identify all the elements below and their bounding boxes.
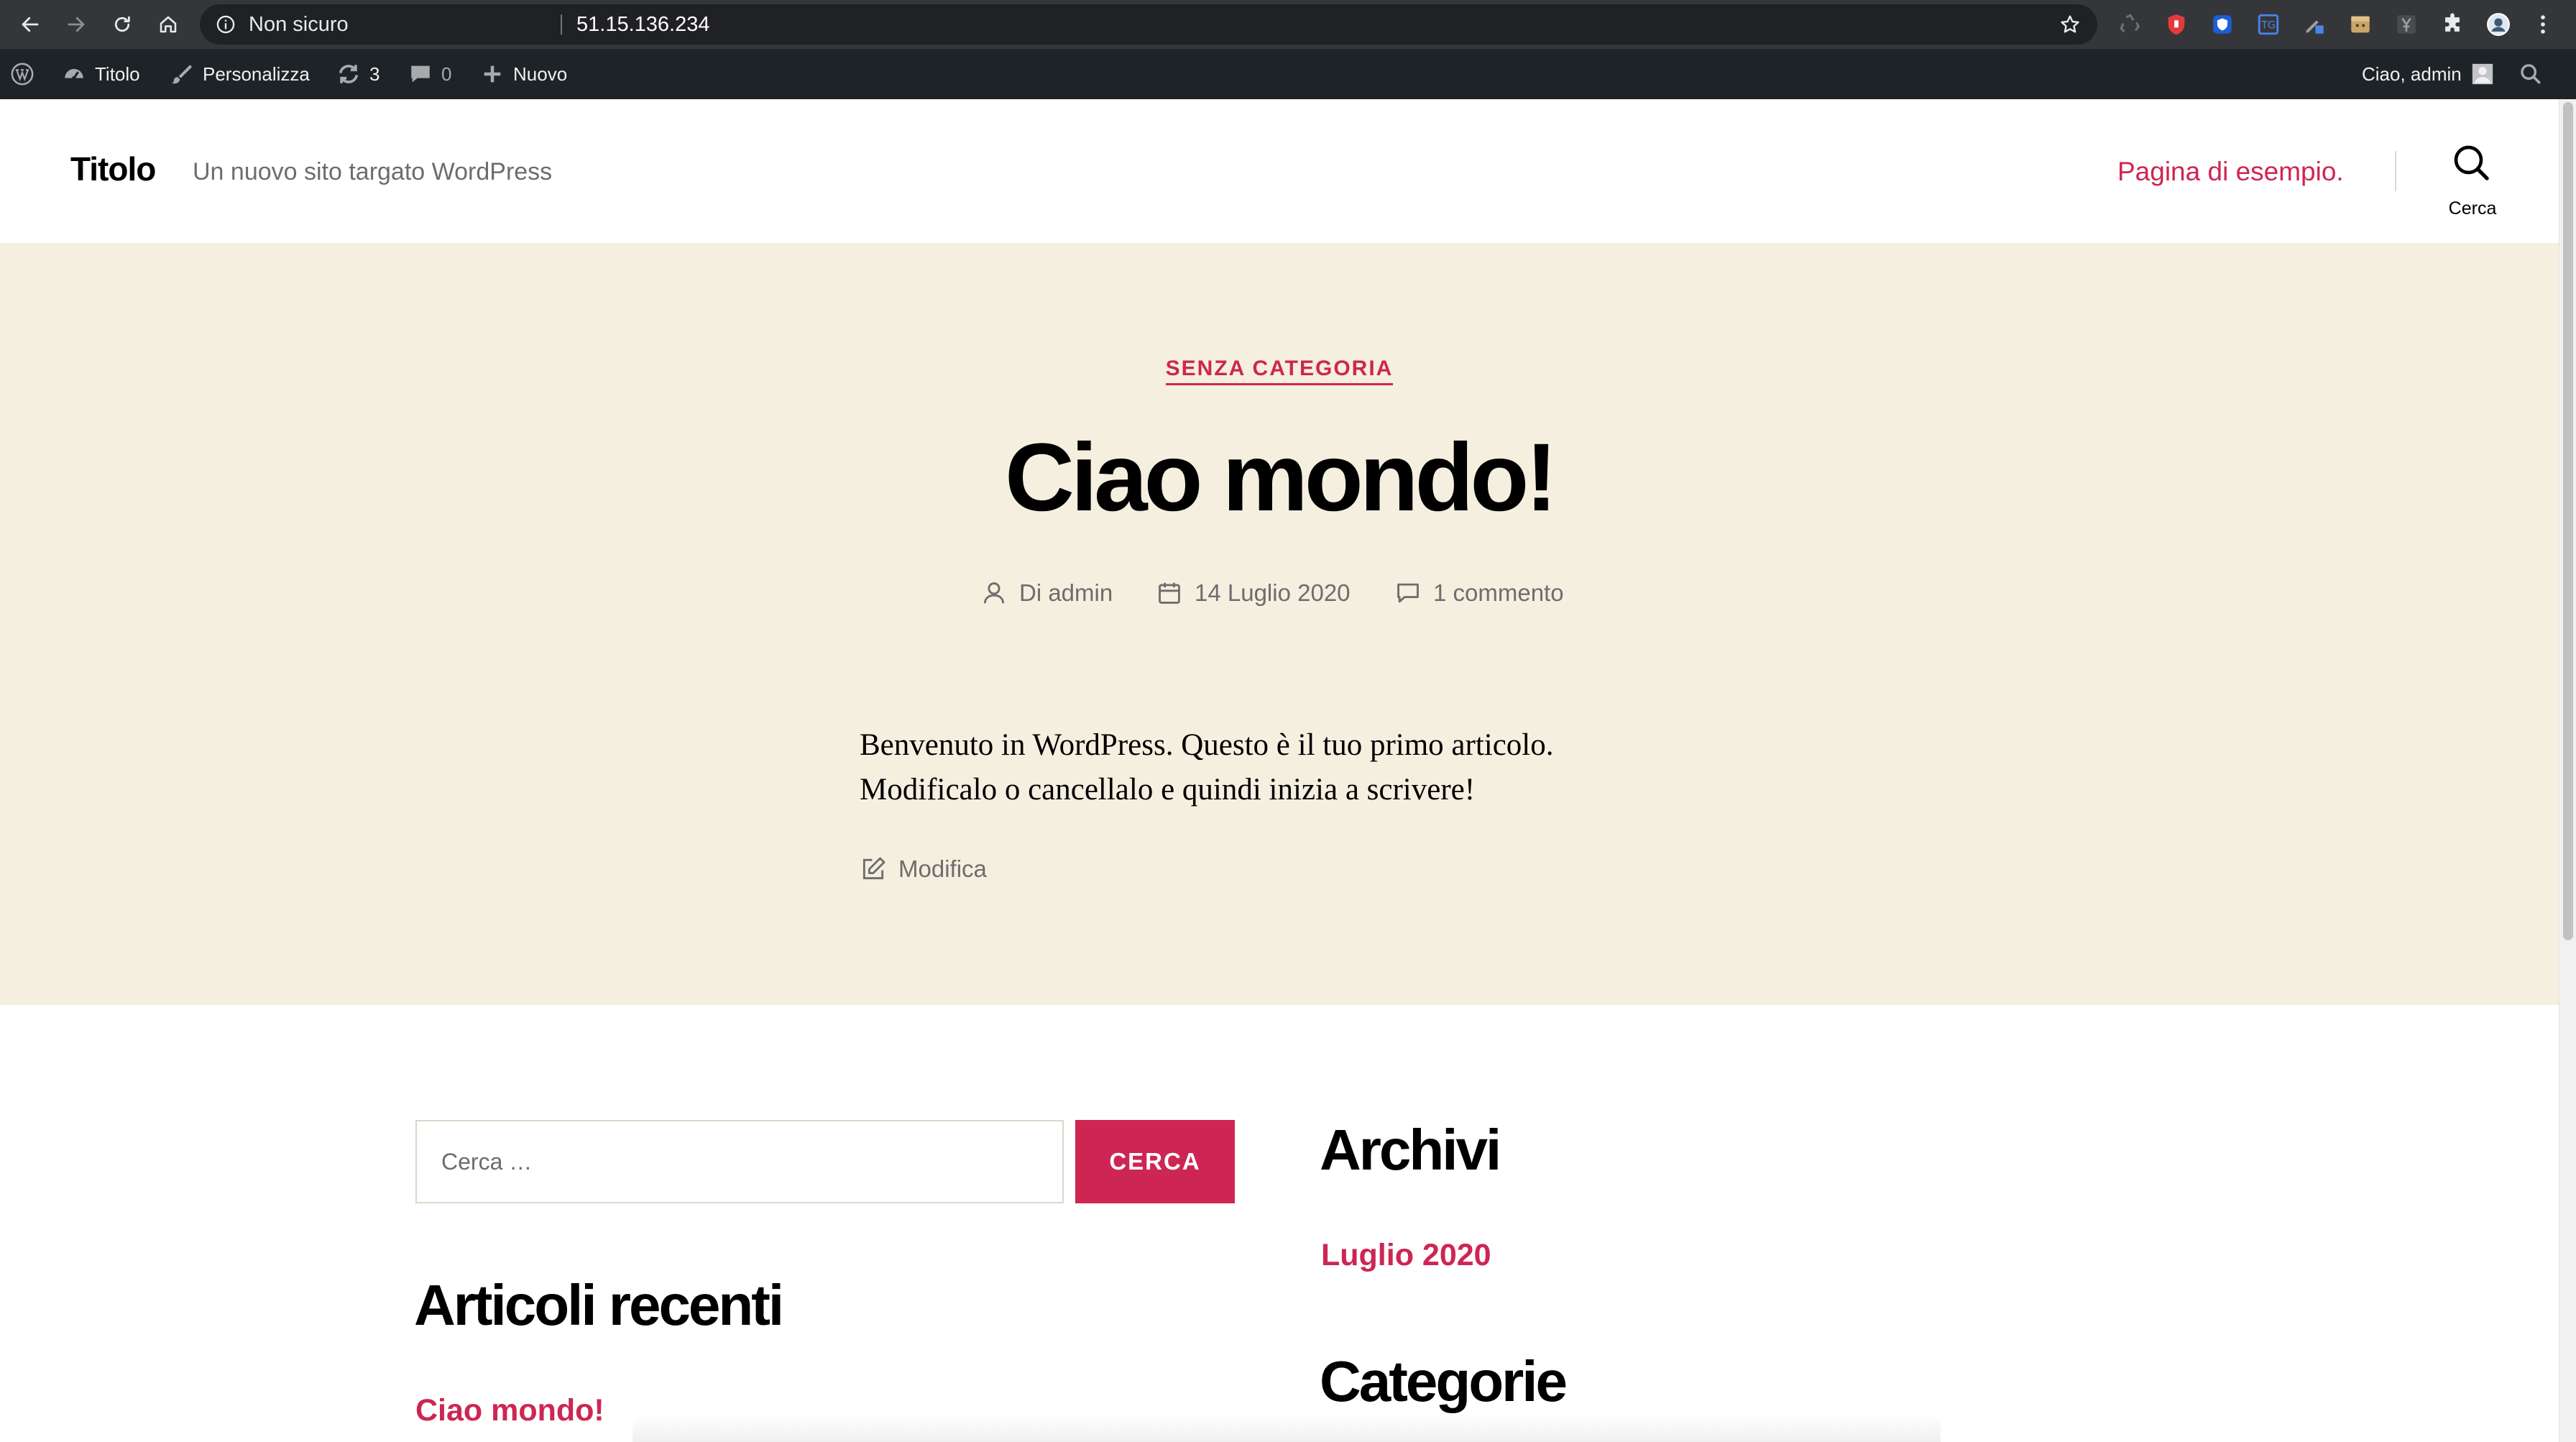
- extension-recycle-icon[interactable]: [2116, 10, 2145, 39]
- post-content-line: Benvenuto in WordPress. Questo è il tuo …: [860, 728, 1554, 762]
- admin-bar-new[interactable]: Nuovo: [480, 49, 567, 99]
- svg-text:TG: TG: [2260, 20, 2276, 32]
- site-title-link[interactable]: Titolo: [70, 150, 156, 188]
- info-icon[interactable]: [216, 14, 236, 35]
- post-title[interactable]: Ciao mondo!: [0, 423, 2559, 533]
- reload-button[interactable]: [105, 7, 139, 42]
- extension-shield-red-icon[interactable]: [2162, 10, 2191, 39]
- post-comments-link[interactable]: 1 commento: [1394, 575, 1564, 611]
- widget-title-archives: Archivi: [1320, 1118, 1501, 1182]
- post-comments-label: 1 commento: [1433, 579, 1564, 606]
- reload-icon: [114, 16, 130, 32]
- scrollbar-thumb[interactable]: [2563, 102, 2573, 940]
- widget-title-recent-posts: Articoli recenti: [414, 1273, 784, 1337]
- search-icon: [2454, 145, 2489, 180]
- admin-bar-customize[interactable]: Personalizza: [170, 49, 310, 99]
- header-divider: [2395, 151, 2396, 191]
- admin-bar-comments[interactable]: 0: [408, 49, 451, 99]
- plus-icon: [484, 65, 501, 83]
- search-toggle-button[interactable]: Cerca: [2429, 142, 2516, 221]
- dashboard-icon: [65, 68, 83, 81]
- brush-icon: [171, 65, 193, 84]
- star-icon[interactable]: [2058, 13, 2082, 36]
- profile-avatar[interactable]: [2484, 10, 2513, 39]
- home-button[interactable]: [151, 7, 185, 42]
- post-author[interactable]: Di admin: [980, 575, 1113, 611]
- extension-box-icon[interactable]: [2346, 10, 2375, 39]
- search-toggle-label: Cerca: [2448, 198, 2497, 219]
- widget-search-button[interactable]: CERCA: [1075, 1120, 1235, 1203]
- post-date-label: 14 Luglio 2020: [1195, 579, 1351, 606]
- post-category: SENZA CATEGORIA: [0, 357, 2559, 385]
- post-header: SENZA CATEGORIA Ciao mondo! Di admin 14 …: [0, 243, 2559, 1005]
- comment-icon: [1397, 583, 1419, 603]
- admin-bar-updates[interactable]: 3: [336, 49, 380, 99]
- widget-search-field[interactable]: [415, 1120, 1064, 1203]
- widget-title-categories: Categorie: [1320, 1349, 1568, 1413]
- browser-menu-button[interactable]: [2529, 10, 2557, 39]
- omnibox-divider: [561, 14, 562, 35]
- updates-icon: [339, 65, 359, 83]
- category-link[interactable]: SENZA CATEGORIA: [1165, 357, 1394, 385]
- kebab-menu-icon: [2541, 15, 2545, 34]
- edit-post-label: Modifica: [898, 855, 987, 882]
- page-scrollbar[interactable]: [2559, 99, 2576, 1442]
- admin-greeting: Ciao, admin: [2362, 63, 2462, 85]
- site-description: Un nuovo sito targato WordPress: [193, 158, 553, 185]
- comment-bubble-icon: [411, 65, 430, 83]
- archive-link[interactable]: Luglio 2020: [1321, 1238, 1491, 1273]
- forward-button[interactable]: [59, 7, 93, 42]
- arrow-right-icon: [68, 17, 85, 32]
- calendar-icon: [1159, 582, 1180, 604]
- admin-bar-account[interactable]: Ciao, admin: [2362, 49, 2495, 99]
- wp-logo-menu[interactable]: [10, 49, 34, 99]
- security-status[interactable]: Non sicuro: [249, 4, 349, 45]
- post-author-label: Di admin: [1019, 579, 1113, 606]
- comments-count: 0: [441, 63, 452, 85]
- extension-yen-icon[interactable]: [2392, 10, 2421, 39]
- post-content: Benvenuto in WordPress. Questo è il tuo …: [860, 723, 1650, 812]
- search-icon: [2521, 64, 2542, 85]
- avatar-icon: [2487, 13, 2510, 36]
- overlay-shadow: [632, 1413, 1941, 1442]
- user-icon: [983, 582, 1005, 604]
- extension-pen-icon[interactable]: [2300, 10, 2329, 39]
- arrow-left-icon: [22, 17, 39, 32]
- updates-count: 3: [369, 63, 380, 85]
- edit-post-link[interactable]: Modifica: [860, 855, 987, 883]
- site-header: Titolo Un nuovo sito targato WordPress P…: [0, 99, 2559, 243]
- extension-shield-blue-icon[interactable]: [2208, 10, 2237, 39]
- widget-search-input[interactable]: [417, 1121, 1062, 1202]
- extension-translate-icon[interactable]: TG: [2254, 10, 2283, 39]
- url-text[interactable]: 51.15.136.234: [576, 4, 709, 45]
- browser-toolbar: Non sicuro 51.15.136.234 TG: [0, 0, 2576, 49]
- post-date[interactable]: 14 Luglio 2020: [1156, 575, 1351, 611]
- puzzle-icon[interactable]: [2438, 10, 2467, 39]
- post-content-line: Modificalo o cancellalo e quindi inizia …: [860, 773, 1476, 807]
- recent-post-link[interactable]: Ciao mondo!: [415, 1393, 604, 1428]
- admin-bar-site-name[interactable]: Titolo: [62, 49, 140, 99]
- admin-bar-search[interactable]: [2518, 49, 2543, 99]
- edit-icon: [862, 857, 886, 880]
- admin-bar-site-label: Titolo: [95, 63, 140, 85]
- admin-bar-customize-label: Personalizza: [203, 63, 310, 85]
- address-bar[interactable]: Non sicuro 51.15.136.234: [200, 4, 2097, 45]
- admin-bar-new-label: Nuovo: [513, 63, 568, 85]
- nav-link-sample-page[interactable]: Pagina di esempio.: [2117, 157, 2344, 187]
- wordpress-logo-icon: [11, 63, 34, 86]
- back-button[interactable]: [13, 7, 47, 42]
- home-icon: [160, 16, 177, 33]
- user-avatar-icon: [2472, 63, 2493, 85]
- wp-admin-bar: Titolo Personalizza 3 0 Nuovo Ciao, admi…: [0, 49, 2576, 99]
